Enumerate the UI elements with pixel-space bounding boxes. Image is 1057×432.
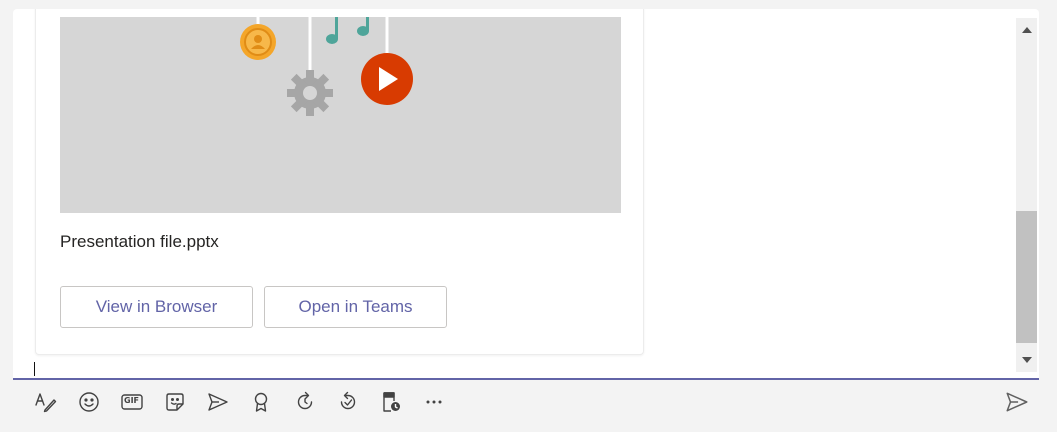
play-icon xyxy=(361,53,413,105)
scroll-down-arrow-icon[interactable] xyxy=(1016,348,1037,372)
music-note-icon xyxy=(326,17,369,44)
emoji-icon[interactable] xyxy=(75,388,103,416)
approvals-icon[interactable] xyxy=(377,388,405,416)
loop-icon[interactable] xyxy=(291,388,319,416)
compose-focus-underline xyxy=(13,378,1039,380)
scrollbar-thumb[interactable] xyxy=(1016,211,1037,343)
vertical-scrollbar[interactable] xyxy=(1016,18,1037,372)
compose-toolbar: GIF xyxy=(0,382,1057,422)
sticker-icon[interactable] xyxy=(161,388,189,416)
text-caret xyxy=(34,362,35,376)
gif-label: GIF xyxy=(124,396,140,405)
gear-icon xyxy=(287,70,333,116)
file-name: Presentation file.pptx xyxy=(60,232,219,251)
more-options-icon[interactable] xyxy=(420,388,448,416)
format-icon[interactable] xyxy=(31,388,59,416)
gif-icon[interactable]: GIF xyxy=(118,388,146,416)
send-icon[interactable] xyxy=(1003,388,1031,416)
scroll-up-arrow-icon[interactable] xyxy=(1016,18,1037,42)
schedule-meeting-icon[interactable] xyxy=(204,388,232,416)
updates-icon[interactable] xyxy=(334,388,362,416)
view-in-browser-button[interactable]: View in Browser xyxy=(60,286,253,328)
praise-icon[interactable] xyxy=(247,388,275,416)
file-card: Presentation file.pptx View in Browser O… xyxy=(35,9,644,355)
file-thumbnail xyxy=(60,17,621,213)
coin-icon xyxy=(240,24,276,60)
message-compose-area[interactable]: Presentation file.pptx View in Browser O… xyxy=(13,9,1039,379)
open-in-teams-button[interactable]: Open in Teams xyxy=(264,286,447,328)
